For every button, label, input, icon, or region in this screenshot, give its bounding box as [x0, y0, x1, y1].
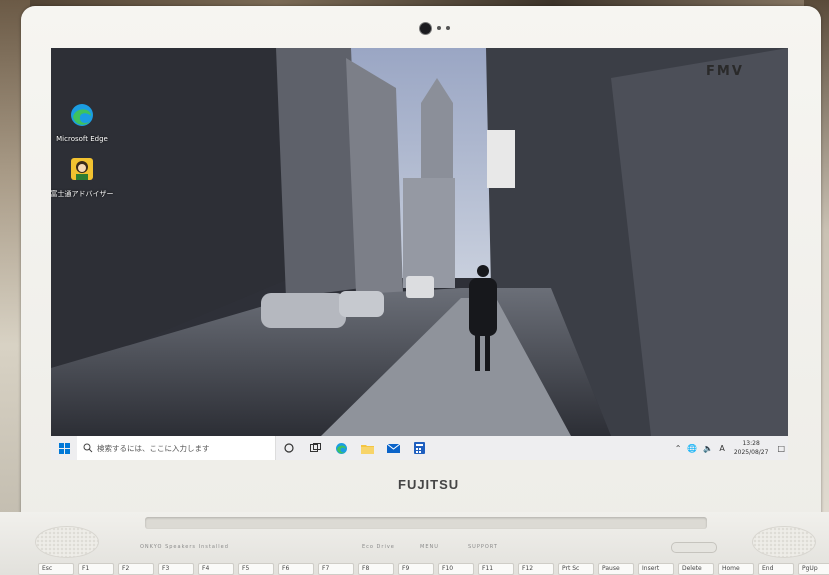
- file-explorer-icon: [360, 444, 374, 454]
- calculator-icon: [413, 442, 425, 454]
- desktop-icon-label: Microsoft Edge: [56, 135, 108, 143]
- key[interactable]: F4: [198, 563, 234, 575]
- taskbar-calculator-button[interactable]: [406, 436, 432, 460]
- clock-time: 13:28: [742, 440, 760, 447]
- key[interactable]: Insert: [638, 563, 674, 575]
- start-button[interactable]: [51, 436, 77, 460]
- key[interactable]: F9: [398, 563, 434, 575]
- eco-drive-button[interactable]: Eco Drive: [362, 544, 395, 550]
- chevron-up-icon[interactable]: ⌃: [675, 444, 682, 453]
- taskbar-mail-button[interactable]: [380, 436, 406, 460]
- cortana-icon: [284, 443, 294, 453]
- webcam: [419, 22, 432, 35]
- key[interactable]: F5: [238, 563, 274, 575]
- task-view-icon: [309, 443, 321, 452]
- key[interactable]: Esc: [38, 563, 74, 575]
- mail-icon: [386, 443, 400, 453]
- ime-indicator[interactable]: A: [719, 444, 724, 453]
- desktop-icon-edge[interactable]: Microsoft Edge: [51, 102, 117, 143]
- clock[interactable]: 13:28 2025/08/27: [734, 439, 769, 457]
- left-speaker: [35, 526, 99, 558]
- task-view-button[interactable]: [302, 436, 328, 460]
- support-button[interactable]: SUPPORT: [468, 544, 498, 550]
- key[interactable]: F1: [78, 563, 114, 575]
- cortana-button[interactable]: [276, 436, 302, 460]
- edge-icon: [335, 442, 347, 454]
- key[interactable]: Delete: [678, 563, 714, 575]
- system-tray: ⌃ 🌐 🔈 A 13:28 2025/08/27 □: [672, 436, 788, 460]
- taskbar-search-box[interactable]: 検索するには、ここに入力します: [77, 436, 276, 460]
- key[interactable]: F11: [478, 563, 514, 575]
- key[interactable]: F3: [158, 563, 194, 575]
- clock-date: 2025/08/27: [733, 449, 769, 456]
- taskbar-explorer-button[interactable]: [354, 436, 380, 460]
- taskbar: 検索するには、ここに入力します ⌃ 🌐 🔈 A 13:28 2025/08/27…: [51, 436, 788, 460]
- search-placeholder: 検索するには、ここに入力します: [97, 443, 210, 453]
- key[interactable]: PgUp: [798, 563, 829, 575]
- right-speaker: [752, 526, 816, 558]
- key[interactable]: F6: [278, 563, 314, 575]
- key[interactable]: F10: [438, 563, 474, 575]
- fujitsu-advisor-icon: [71, 158, 93, 180]
- speaker-label: ONKYO Speakers Installed: [140, 544, 229, 550]
- taskbar-edge-button[interactable]: [328, 436, 354, 460]
- keyboard-function-row: Esc F1 F2 F3 F4 F5 F6 F7 F8 F9 F10 F11 F…: [0, 563, 829, 575]
- fmv-logo: FMV: [706, 64, 744, 79]
- key[interactable]: F7: [318, 563, 354, 575]
- key[interactable]: F8: [358, 563, 394, 575]
- brand-logo: FUJITSU: [398, 477, 460, 492]
- network-icon[interactable]: 🌐: [687, 444, 697, 453]
- key[interactable]: Home: [718, 563, 754, 575]
- menu-button[interactable]: MENU: [420, 544, 439, 550]
- power-button[interactable]: [671, 542, 717, 553]
- camera-mic: [446, 26, 450, 30]
- windows-logo-icon: [58, 442, 70, 454]
- desktop-icon-label: 富士通アドバイザー: [51, 190, 114, 198]
- key[interactable]: Prt Sc: [558, 563, 594, 575]
- camera-led: [437, 26, 441, 30]
- key[interactable]: F2: [118, 563, 154, 575]
- desktop-icon-fujitsu-advisor[interactable]: 富士通アドバイザー: [51, 156, 117, 199]
- search-icon: [83, 443, 93, 453]
- notification-icon[interactable]: □: [777, 444, 785, 453]
- hinge: [145, 517, 707, 529]
- key[interactable]: Pause: [598, 563, 634, 575]
- key[interactable]: End: [758, 563, 794, 575]
- edge-icon: [71, 104, 93, 126]
- screen: FMV Microsoft Edge 富士通アドバイザー 検索するには、ここに入…: [51, 48, 788, 460]
- key[interactable]: F12: [518, 563, 554, 575]
- desktop-wallpaper: [51, 48, 788, 436]
- volume-icon[interactable]: 🔈: [703, 444, 713, 453]
